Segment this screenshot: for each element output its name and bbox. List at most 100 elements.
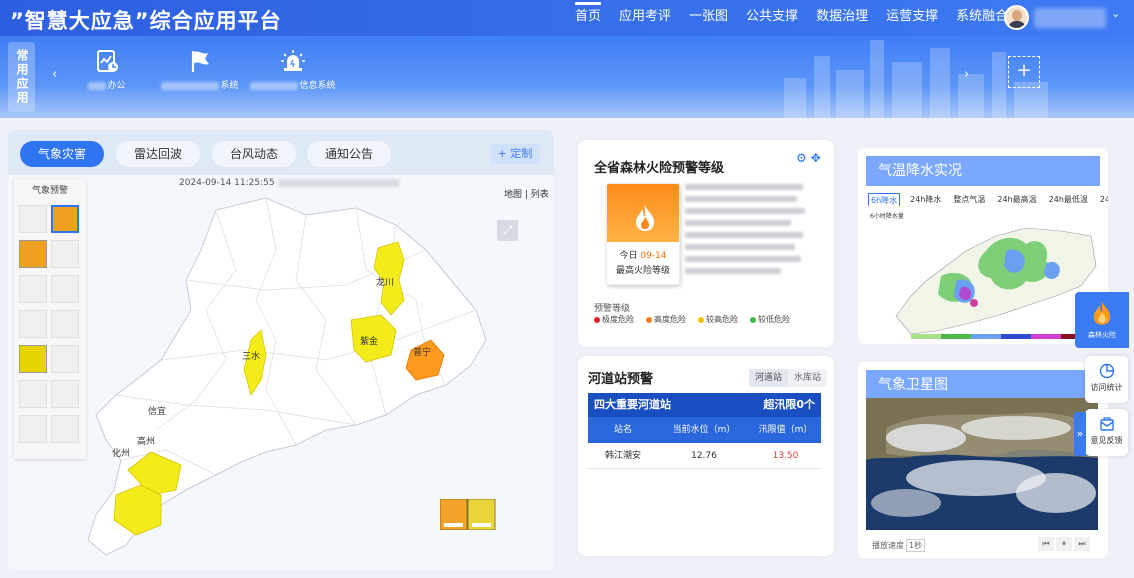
warning-badges[interactable]	[440, 499, 496, 530]
flame-icon	[1093, 301, 1111, 325]
quick-apps-label: 常用应用	[8, 42, 35, 112]
flag-icon	[191, 51, 209, 72]
rain-panel-title: 气温降水实况	[866, 156, 1100, 186]
fire-card-level-label: 最高火险等级	[615, 266, 670, 276]
map-label-huazhou: 化州	[112, 449, 131, 459]
tab-radar-echo[interactable]: 雷达回波	[116, 141, 200, 167]
river-summary-title: 四大重要河道站	[594, 398, 671, 411]
river-station-tabs: 河道站 水库站	[749, 369, 828, 387]
quick-app-info-system[interactable]: 信息系统	[243, 48, 343, 91]
river-summary-header: 四大重要河道站 超汛限0个	[588, 393, 821, 417]
red-dot-icon	[594, 316, 600, 323]
gear-icon[interactable]: ⚙	[796, 151, 811, 165]
blurred-text	[278, 178, 399, 187]
nav-home[interactable]: 首页	[566, 0, 610, 36]
fire-level-legend: 极度危险 高度危险 较高危险 较低危险	[594, 314, 802, 325]
forest-fire-float-button[interactable]: 森林火险	[1075, 292, 1129, 348]
collapse-side-icon[interactable]: »	[1074, 412, 1086, 456]
level-label: 较低危险	[758, 315, 790, 324]
warning-icon[interactable]	[19, 310, 47, 338]
tab-typhoon[interactable]: 台风动态	[212, 141, 296, 167]
quick-app-office-suffix: 办公	[107, 81, 126, 91]
fire-level-card[interactable]: 今日 09-14 最高火险等级	[606, 183, 680, 285]
player-controls: ⏮ ⏸ ⏭	[1038, 537, 1094, 553]
blurred-description	[685, 184, 807, 280]
blurred-text	[88, 81, 107, 90]
tab-reservoir-station[interactable]: 水库站	[788, 369, 828, 387]
province-map[interactable]	[66, 190, 496, 570]
green-dot-icon	[750, 316, 756, 323]
timestamp-text: 2024-09-14 11:25:55	[179, 178, 275, 188]
pie-chart-icon	[1099, 363, 1114, 379]
temp-rain-panel: 气温降水实况 6h降水 24h降水 整点气温 24h最高温 24h最低温 24h…	[858, 148, 1108, 344]
rain-map[interactable]: 6小时降水量	[866, 206, 1098, 344]
river-panel-title: 河道站预警	[588, 372, 654, 387]
map-label-zijin: 紫金	[360, 337, 379, 347]
flame-icon	[636, 205, 654, 231]
warning-icon-yellow[interactable]	[19, 345, 47, 373]
fire-panel-title: 全省森林火险预警等级	[594, 161, 725, 176]
level-high: 高度危险	[646, 314, 686, 325]
col-flood-limit: 汛限值（m）	[758, 425, 813, 435]
tab-river-station[interactable]: 河道站	[749, 369, 789, 387]
station-name: 韩江潮安	[604, 451, 641, 461]
top-bar: ”智慧大应急”综合应用平台 首页 应用考评 一张图 公共支撑 数据治理 运营支撑…	[0, 0, 1134, 36]
tab-weather-disaster[interactable]: 气象灾害	[20, 141, 104, 167]
rain-map-caption: 6小时降水量	[870, 212, 904, 220]
level-label: 极度危险	[602, 315, 634, 324]
app-title: ”智慧大应急”综合应用平台	[10, 9, 282, 33]
yellow-dot-icon	[698, 316, 704, 323]
nav-app-evaluation[interactable]: 应用考评	[610, 0, 680, 36]
nav-operation-support[interactable]: 运营支撑	[877, 0, 947, 36]
fire-today-label: 今日	[619, 251, 638, 261]
visit-stats-button[interactable]: 访问统计	[1085, 356, 1128, 403]
blurred-text	[250, 81, 299, 90]
speed-select[interactable]: 1秒	[906, 539, 926, 552]
user-menu-chevron-icon[interactable]: ⌄	[1111, 7, 1120, 20]
speed-label: 播放速度	[872, 541, 904, 550]
next-frame-icon[interactable]: ⏭	[1074, 537, 1090, 551]
warning-icon[interactable]	[19, 380, 47, 408]
river-station-panel: 河道站预警 河道站 水库站 四大重要河道站 超汛限0个 站名 当前水位（m） 汛…	[578, 356, 834, 556]
map-list-switch[interactable]: 地图 | 列表	[504, 187, 549, 200]
warning-icon[interactable]	[19, 275, 47, 303]
move-icon[interactable]: ✥	[811, 151, 825, 165]
customize-button[interactable]: + 定制	[490, 144, 540, 164]
nav-data-governance[interactable]: 数据治理	[807, 0, 877, 36]
map-label-puning: 普宁	[413, 348, 432, 358]
water-level: 12.76	[691, 451, 717, 461]
avatar[interactable]	[1004, 5, 1029, 30]
map-label-sanshui: 三水	[242, 352, 261, 362]
user-info-blurred[interactable]	[1034, 8, 1106, 28]
col-water-level: 当前水位（m）	[672, 425, 736, 435]
satellite-panel: 气象卫星图 播放速度 1秒 ⏮ ⏸ ⏭	[858, 362, 1108, 558]
nav-one-map[interactable]: 一张图	[680, 0, 737, 36]
satellite-panel-title: 气象卫星图	[866, 370, 1100, 400]
river-over-limit-count: 超汛限0个	[763, 398, 815, 411]
quick-app-info-suffix: 信息系统	[299, 81, 336, 91]
tab-notice[interactable]: 通知公告	[307, 141, 391, 167]
tab-24h-temp-change[interactable]: 24h变温	[1098, 193, 1108, 208]
table-row[interactable]: 韩江潮安 12.76 13.50	[588, 443, 821, 469]
quick-app-flag-system[interactable]: 系统	[150, 48, 250, 91]
tab-strip: 气象灾害 雷达回波 台风动态 通知公告 + 定制	[8, 130, 554, 175]
level-moderate-high: 较高危险	[698, 314, 738, 325]
avatar-head	[1012, 10, 1022, 21]
fullscreen-icon[interactable]: ⤢	[497, 220, 518, 241]
warning-icon[interactable]	[19, 205, 47, 233]
fire-card-header	[607, 184, 679, 242]
satellite-image[interactable]	[866, 398, 1098, 530]
level-label: 高度危险	[654, 315, 686, 324]
pause-icon[interactable]: ⏸	[1056, 537, 1072, 551]
feedback-button[interactable]: 意见反馈	[1085, 409, 1128, 456]
map-label-gaozhou: 高州	[137, 437, 156, 447]
warning-icon-orange[interactable]	[19, 240, 47, 268]
warning-icon[interactable]	[19, 415, 47, 443]
prev-frame-icon[interactable]: ⏮	[1038, 537, 1054, 551]
quick-next-arrow-icon[interactable]: ›	[964, 67, 969, 82]
nav-public-support[interactable]: 公共支撑	[737, 0, 807, 36]
add-app-button[interactable]: +	[1008, 56, 1040, 88]
update-timestamp: 2024-09-14 11:25:55	[179, 178, 399, 188]
river-table-header: 站名 当前水位（m） 汛限值（m）	[588, 417, 821, 443]
quick-app-office[interactable]: 办公	[57, 48, 157, 91]
